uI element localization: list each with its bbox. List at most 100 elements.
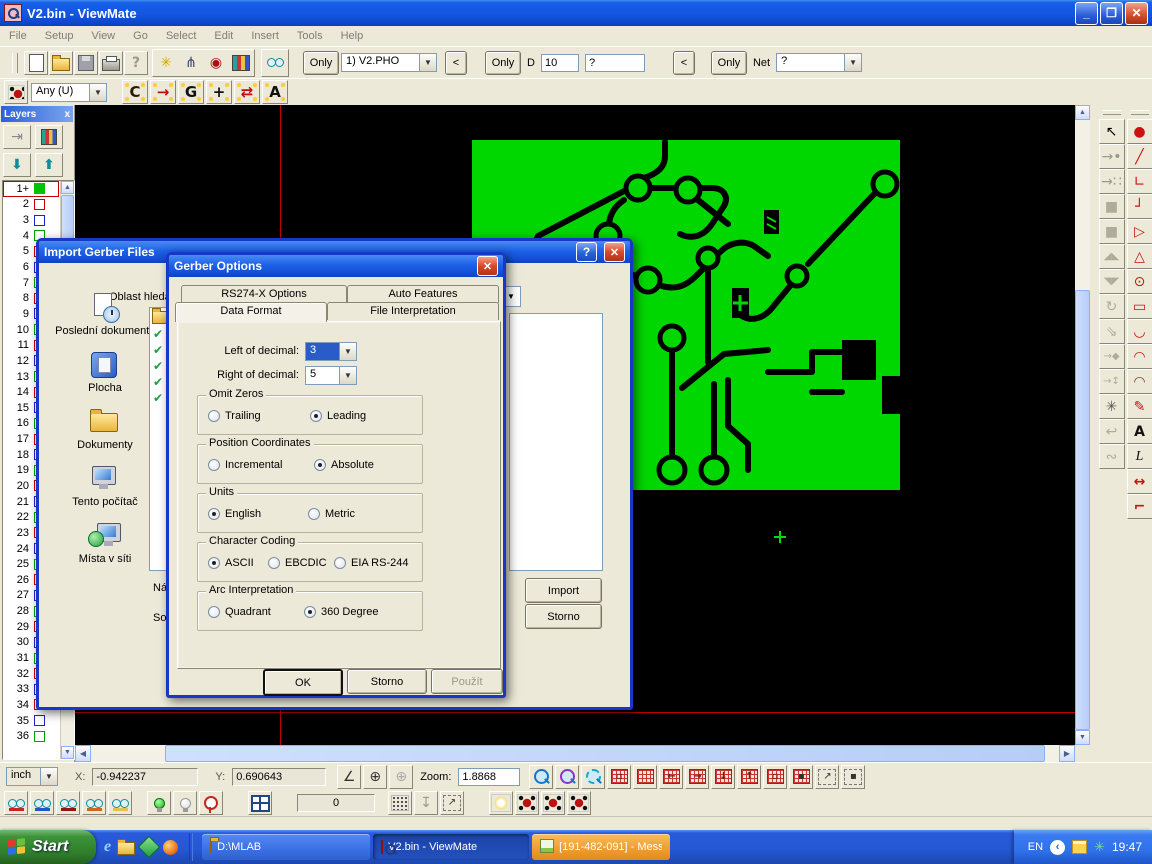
radio-icon[interactable] (208, 459, 220, 471)
arc-open-icon[interactable]: ▷ (1127, 219, 1152, 244)
radio-metric[interactable]: Metric (308, 508, 355, 520)
note-icon[interactable] (1072, 840, 1087, 854)
arc-chord-icon[interactable]: ◡ (1127, 319, 1152, 344)
prev-layer-button[interactable]: < (445, 51, 467, 75)
scroll-down-icon[interactable]: ▼ (61, 746, 74, 759)
minimize-button[interactable]: _ (1075, 2, 1098, 25)
radio-icon[interactable] (310, 410, 322, 422)
origin-track-icon[interactable]: ⊕ (389, 765, 413, 789)
radio-incremental[interactable]: Incremental (208, 459, 282, 471)
canvas-hscrollbar[interactable]: ◀ ▶ (75, 745, 1075, 762)
copy-pads-icon[interactable]: →∷ (1099, 169, 1125, 194)
component-c-icon[interactable]: C (122, 80, 148, 104)
context-help-icon[interactable]: ? (124, 51, 148, 75)
radio-ebcdic[interactable]: EBCDIC (268, 557, 327, 569)
radio-360-degree[interactable]: 360 Degree (304, 606, 379, 618)
dcode-tools-icon[interactable]: ⋔ (179, 51, 203, 75)
layer-move-up-button[interactable]: ⬆ (35, 153, 63, 177)
settings-gear-icon[interactable]: ✳ (1099, 394, 1125, 419)
zoom-window-icon[interactable] (581, 765, 605, 789)
layer-row-1+[interactable]: 1+ (3, 181, 59, 197)
menu-select[interactable]: Select (157, 28, 206, 44)
print-icon[interactable] (99, 51, 123, 75)
menu-help[interactable]: Help (332, 28, 373, 44)
transform-step-icon[interactable]: →↕ (1099, 369, 1125, 394)
left-of-decimal-combo[interactable]: 3 ▼ (305, 342, 357, 361)
highlight-off-icon[interactable] (173, 791, 197, 815)
grid-value-field[interactable]: 0 (297, 794, 375, 812)
chevron-down-icon[interactable]: ▼ (40, 768, 57, 785)
radio-icon[interactable] (334, 557, 346, 569)
menu-edit[interactable]: Edit (205, 28, 242, 44)
net-combo[interactable]: ? ▼ (776, 53, 862, 72)
zoom-input[interactable]: 1.8868 (458, 768, 520, 786)
arc-curve-icon[interactable]: ◠ (1127, 344, 1152, 369)
folder-icon[interactable] (117, 842, 135, 855)
place-tento-po-ta-[interactable]: Tento počítač (53, 464, 157, 508)
measure-diagonal-icon[interactable]: ↗ (815, 765, 839, 789)
relative-move-icon[interactable]: ↗ (440, 791, 464, 815)
flip-vertical-icon[interactable]: ◢◣ (1099, 244, 1125, 269)
layer-insert-button[interactable]: ⇥ (3, 125, 31, 149)
ok-button[interactable]: OK (263, 669, 343, 696)
pan-down-icon[interactable]: ↓ (711, 765, 735, 789)
selection-grid-icon[interactable] (4, 80, 28, 104)
radio-icon[interactable] (208, 557, 220, 569)
tab-file-interpretation[interactable]: File Interpretation (327, 302, 499, 320)
scroll-up-icon[interactable]: ▲ (1075, 105, 1090, 120)
radio-icon[interactable] (304, 606, 316, 618)
zoom-in-icon[interactable] (529, 765, 553, 789)
select-region-icon[interactable]: ▪ (841, 765, 865, 789)
view-dcodes-icon[interactable] (4, 791, 28, 815)
dot-grid-icon[interactable] (388, 791, 412, 815)
dcode-filter-input[interactable]: ? (585, 54, 645, 72)
flash-plus-icon[interactable]: + (206, 80, 232, 104)
right-of-decimal-combo[interactable]: 5 ▼ (305, 366, 357, 385)
flash-sun-icon[interactable] (489, 791, 513, 815)
radio-icon[interactable] (268, 557, 280, 569)
unit-combo[interactable]: inch ▼ (6, 767, 58, 786)
flash-pad-c-icon[interactable] (567, 791, 591, 815)
text-a-icon[interactable]: A (262, 80, 288, 104)
undo-arc-icon[interactable]: ↩ (1099, 419, 1125, 444)
task-v2-bin-viewmate[interactable]: V2.bin - ViewMate (373, 834, 529, 860)
place-dokumenty[interactable]: Dokumenty (53, 407, 157, 451)
layer-move-down-button[interactable]: ⬇ (3, 153, 31, 177)
toolbar-grip[interactable] (12, 53, 18, 73)
firefox-icon[interactable] (163, 840, 178, 855)
vscroll-thumb[interactable] (1075, 290, 1090, 730)
radio-eia-rs-244[interactable]: EIA RS-244 (334, 557, 408, 569)
route-path-icon[interactable]: ∾ (1099, 444, 1125, 469)
layer-color-swatch[interactable] (34, 715, 45, 726)
radio-leading[interactable]: Leading (310, 410, 366, 422)
scatter-icon[interactable]: ⇘ (1099, 319, 1125, 344)
radio-icon[interactable] (208, 508, 220, 520)
dimension-width-icon[interactable]: ↔ (1127, 469, 1152, 494)
layer-colors-icon[interactable] (229, 51, 253, 75)
anchor-icon[interactable]: ↧ (414, 791, 438, 815)
menu-setup[interactable]: Setup (36, 28, 83, 44)
transform-pad-icon[interactable]: →◆ (1099, 344, 1125, 369)
chevron-down-icon[interactable]: ▼ (89, 84, 106, 101)
start-button[interactable]: Start (0, 830, 96, 864)
draw-line-icon[interactable]: ╱ (1127, 144, 1152, 169)
menu-tools[interactable]: Tools (288, 28, 332, 44)
square-fill-icon[interactable]: ■ (1099, 194, 1125, 219)
angle-measure-icon[interactable]: ∠ (337, 765, 361, 789)
scroll-down-icon[interactable]: ▼ (1075, 730, 1090, 745)
scroll-left-icon[interactable]: ◀ (75, 745, 91, 762)
pan-left-icon[interactable]: ← (659, 765, 683, 789)
apply-button[interactable]: Použít (431, 669, 503, 694)
close-icon[interactable]: ✕ (477, 256, 498, 276)
scroll-up-icon[interactable]: ▲ (61, 181, 74, 194)
tab-auto-features[interactable]: Auto Features (347, 285, 499, 303)
close-icon[interactable]: ✕ (604, 242, 625, 262)
layer-color-swatch[interactable] (34, 199, 45, 210)
prev-dcode-button[interactable]: < (673, 51, 695, 75)
save-file-icon[interactable] (74, 51, 98, 75)
layer-color-swatch[interactable] (34, 731, 45, 742)
view-sketch-icon[interactable] (108, 791, 132, 815)
menu-file[interactable]: File (0, 28, 36, 44)
import-cancel-button[interactable]: Storno (525, 604, 602, 629)
net-arrow-icon[interactable]: → (150, 80, 176, 104)
